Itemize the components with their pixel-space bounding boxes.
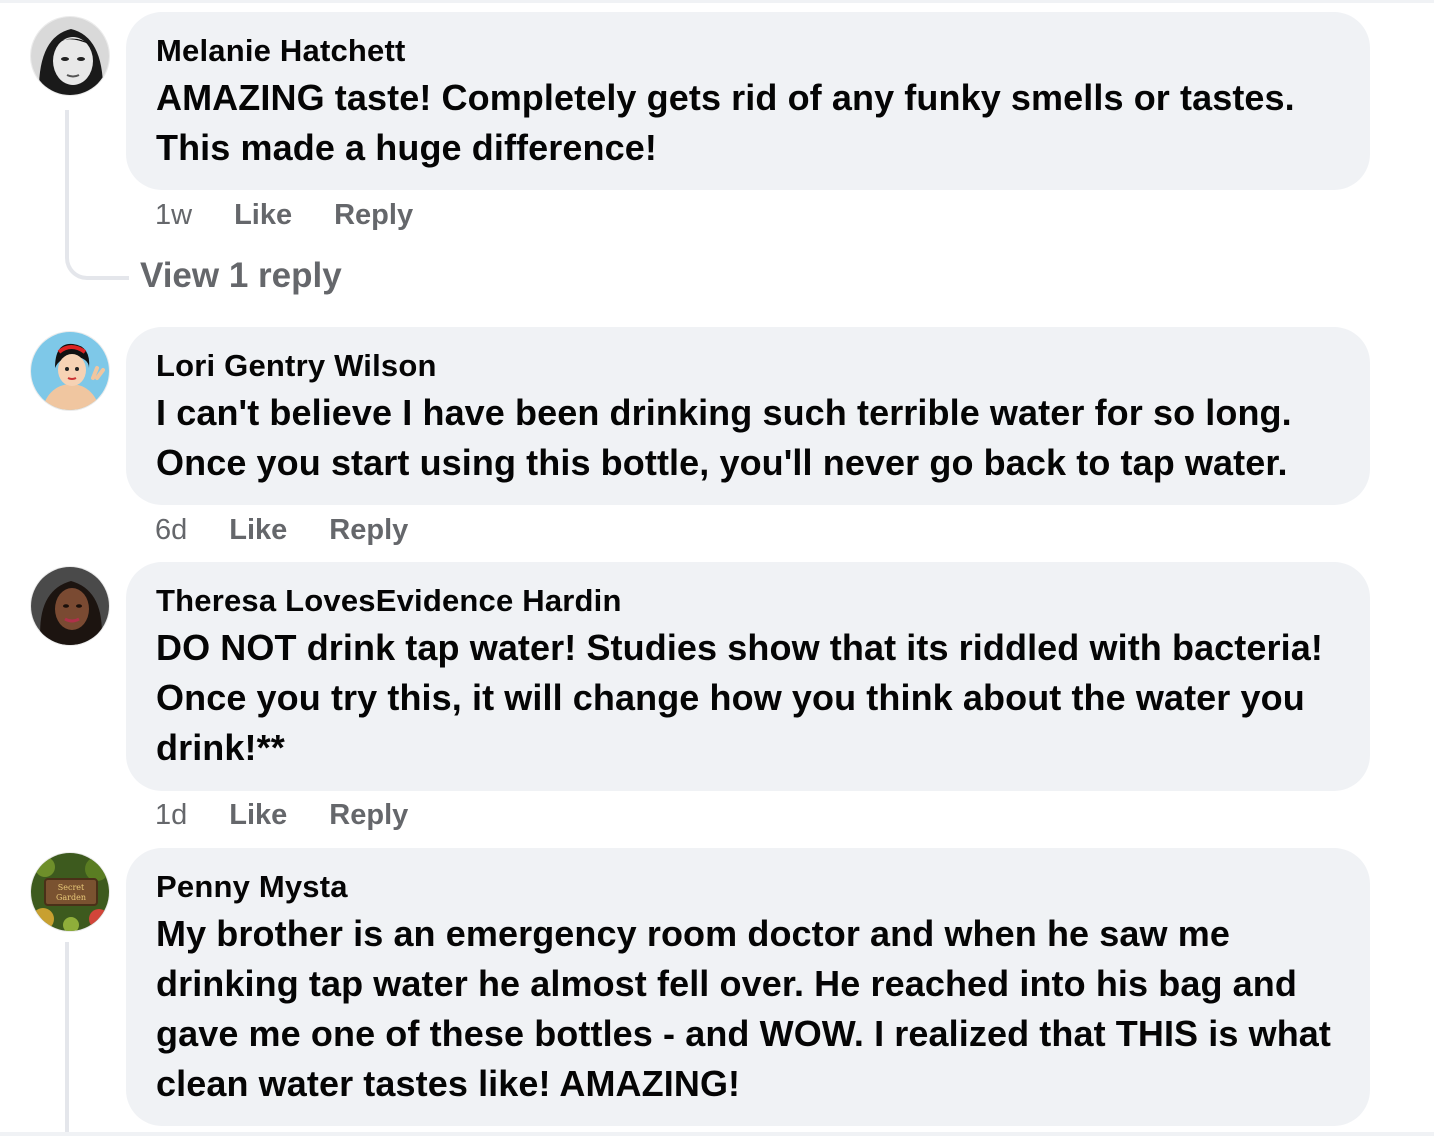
comment-bubble: Penny Mysta My brother is an emergency r…: [126, 848, 1370, 1126]
reply-button[interactable]: Reply: [329, 514, 408, 547]
comment-author[interactable]: Lori Gentry Wilson: [156, 347, 1340, 385]
view-replies-link[interactable]: View 1 reply: [140, 256, 342, 296]
comment-actions: 1w Like Reply: [155, 195, 455, 235]
comment-actions: 6d Like Reply: [155, 510, 450, 550]
comment-text: AMAZING taste! Completely gets rid of an…: [156, 77, 1295, 168]
avatar[interactable]: [30, 16, 110, 96]
comment-text: My brother is an emergency room doctor a…: [156, 913, 1331, 1104]
comment-timestamp[interactable]: 1d: [155, 799, 187, 832]
like-button[interactable]: Like: [229, 799, 287, 832]
comment-timestamp[interactable]: 6d: [155, 514, 187, 547]
comment-timestamp[interactable]: 1w: [155, 199, 192, 232]
comment-actions: 1d Like Reply: [155, 795, 450, 835]
avatar[interactable]: [30, 331, 110, 411]
avatar[interactable]: Secret Garden: [30, 852, 110, 932]
reply-button[interactable]: Reply: [334, 199, 413, 232]
avatar-sign-text: Secret: [58, 883, 85, 892]
comment-bubble: Melanie Hatchett AMAZING taste! Complete…: [126, 12, 1370, 190]
avatar[interactable]: [30, 566, 110, 646]
comment-author[interactable]: Melanie Hatchett: [156, 32, 1340, 70]
comment-author[interactable]: Penny Mysta: [156, 868, 1340, 906]
top-divider: [0, 0, 1434, 3]
like-button[interactable]: Like: [229, 514, 287, 547]
like-button[interactable]: Like: [234, 199, 292, 232]
comment-text: DO NOT drink tap water! Studies show tha…: [156, 627, 1323, 768]
thread-line: [65, 110, 69, 240]
comment-bubble: Lori Gentry Wilson I can't believe I hav…: [126, 327, 1370, 505]
thread-connector: [65, 236, 129, 280]
comment-text: I can't believe I have been drinking suc…: [156, 392, 1292, 483]
svg-text:Garden: Garden: [56, 893, 86, 902]
reply-button[interactable]: Reply: [329, 799, 408, 832]
thread-line: [65, 942, 69, 1136]
comment-author[interactable]: Theresa LovesEvidence Hardin: [156, 582, 1340, 620]
bottom-divider: [0, 1132, 1434, 1136]
comment-bubble: Theresa LovesEvidence Hardin DO NOT drin…: [126, 562, 1370, 791]
